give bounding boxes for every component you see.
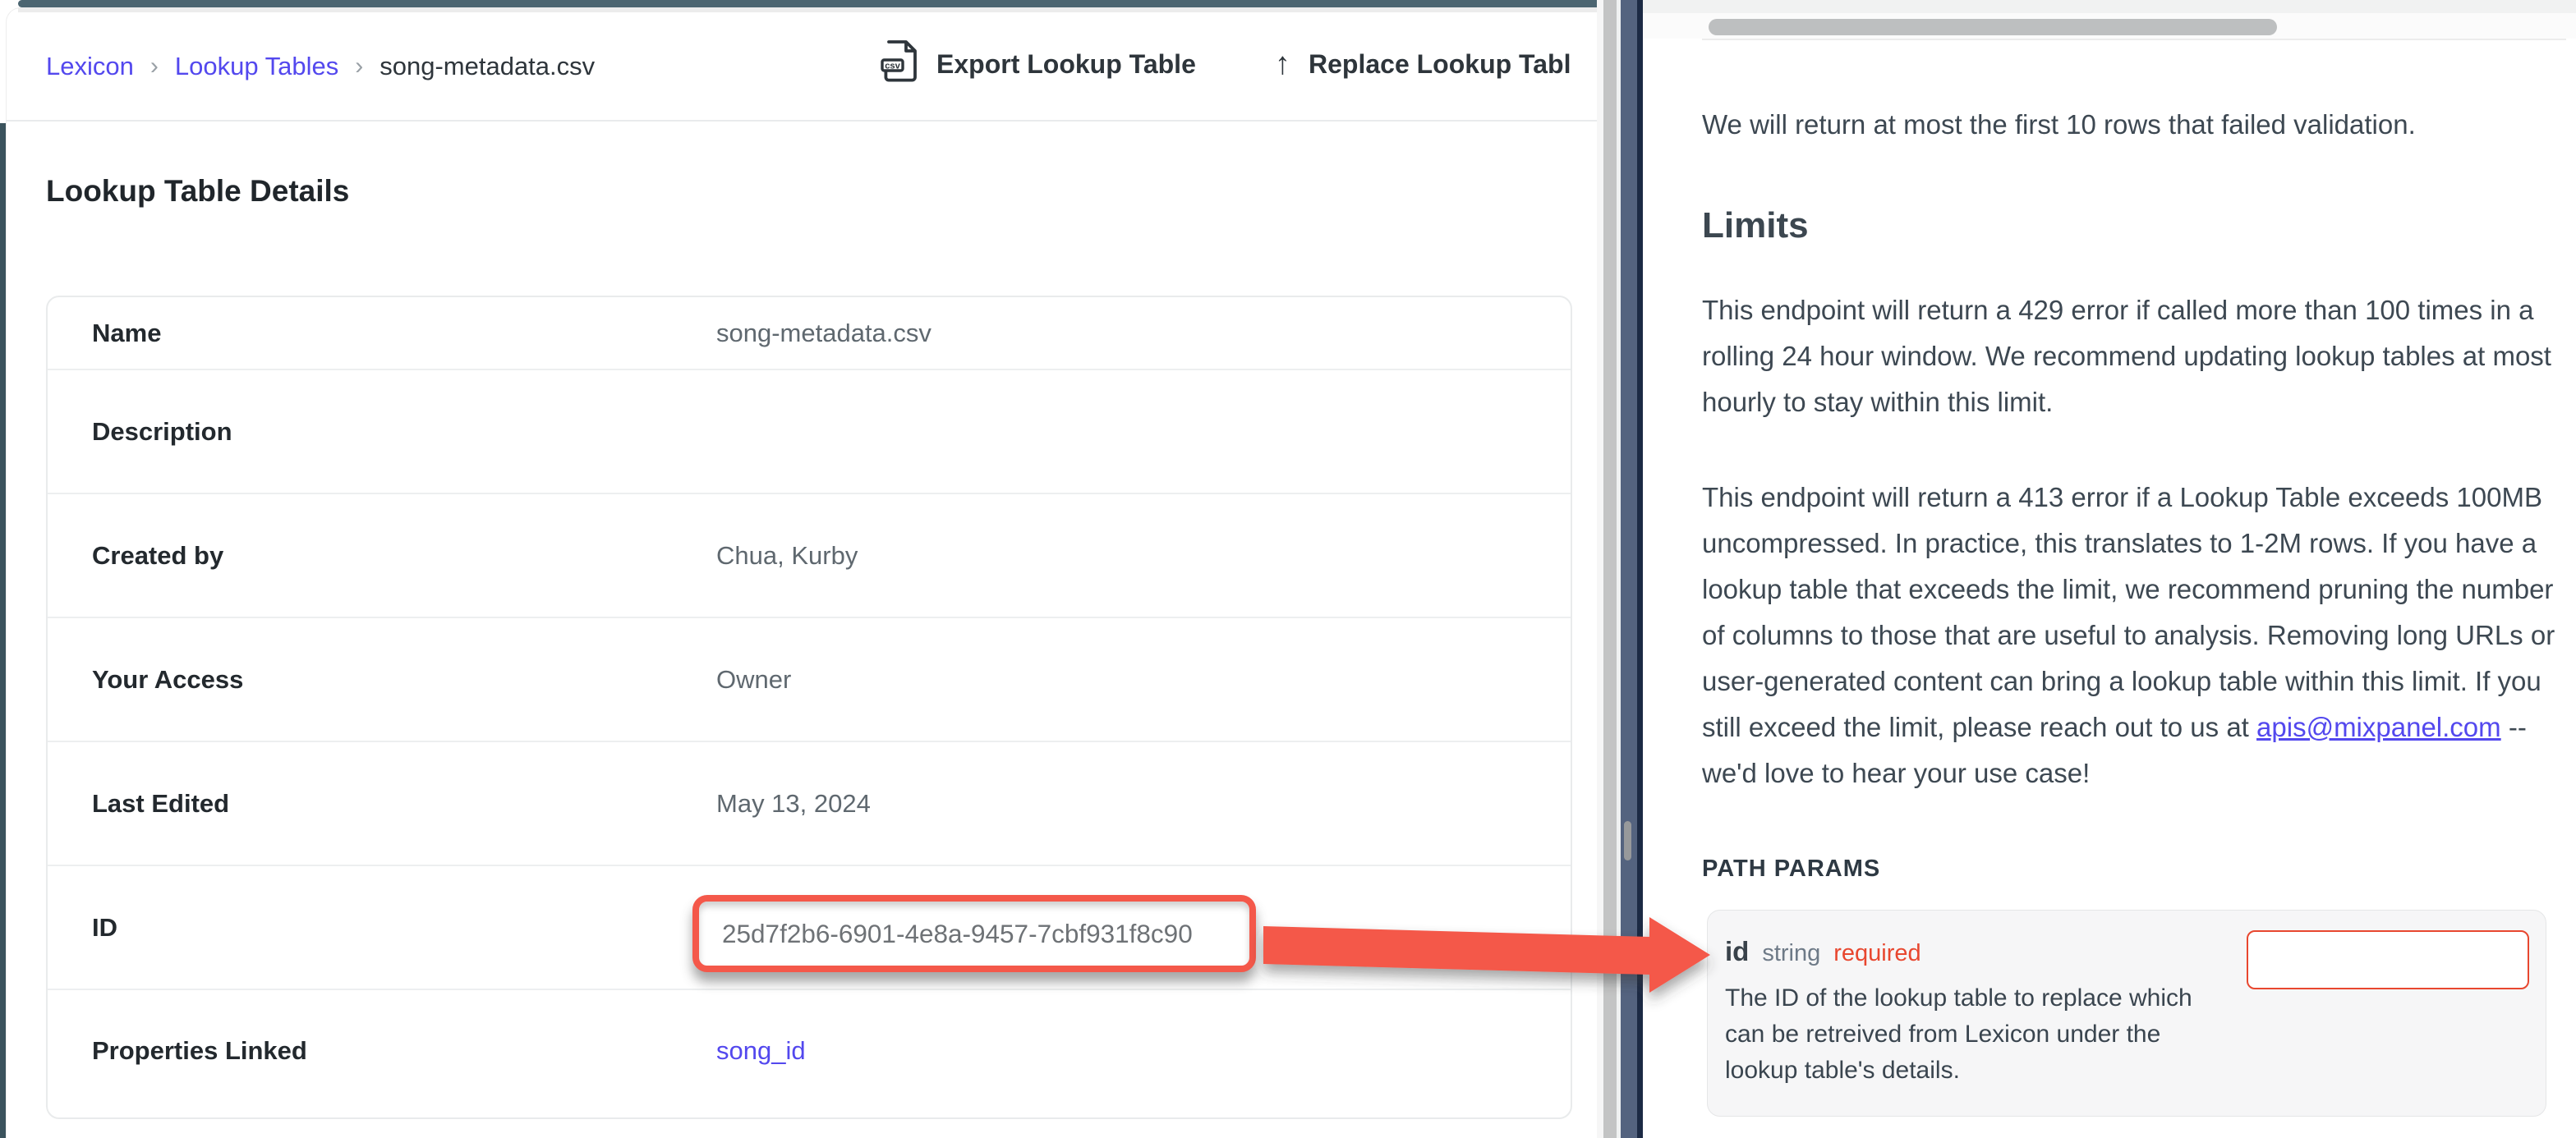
- param-name: id: [1725, 936, 1749, 967]
- vertical-scrollbar-thumb[interactable]: [1624, 821, 1631, 860]
- export-button-label: Export Lookup Table: [936, 49, 1196, 80]
- export-lookup-table-button[interactable]: csv Export Lookup Table: [881, 39, 1196, 89]
- detail-value: Owner: [716, 665, 791, 695]
- breadcrumb-link-lookup-tables[interactable]: Lookup Tables: [175, 52, 338, 81]
- param-required-badge: required: [1833, 940, 1920, 967]
- right-window-edge-strip: [1621, 0, 1637, 1138]
- detail-value: May 13, 2024: [716, 789, 871, 819]
- up-arrow-icon: ↑: [1275, 48, 1290, 80]
- param-description: The ID of the lookup table to replace wh…: [1725, 980, 2218, 1089]
- detail-row-properties-linked: Properties Linked song_id: [48, 989, 1571, 1111]
- detail-row-your-access: Your Access Owner: [48, 617, 1571, 741]
- detail-label: Created by: [48, 541, 716, 571]
- id-value-annotation-box: 25d7f2b6-6901-4e8a-9457-7cbf931f8c90: [692, 895, 1256, 972]
- csv-file-icon: csv: [881, 39, 918, 89]
- docs-intro-text: We will return at most the first 10 rows…: [1702, 102, 2560, 148]
- docs-top-divider: [1702, 39, 2566, 40]
- detail-label: Name: [48, 319, 716, 348]
- sidebar-edge-strip: [0, 123, 6, 1138]
- linked-property-song-id[interactable]: song_id: [716, 1036, 806, 1065]
- limits-heading: Limits: [1702, 205, 1809, 246]
- docs-paragraph-429: This endpoint will return a 429 error if…: [1702, 287, 2560, 425]
- paragraph-413-text: This endpoint will return a 413 error if…: [1702, 482, 2555, 742]
- svg-text:csv: csv: [885, 62, 900, 71]
- left-window-scrollbar-track[interactable]: [1603, 0, 1617, 1138]
- detail-label: Last Edited: [48, 789, 716, 819]
- breadcrumb-current-page: song-metadata.csv: [380, 52, 595, 81]
- page-title: Lookup Table Details: [46, 174, 349, 209]
- breadcrumb-link-lexicon[interactable]: Lexicon: [46, 52, 134, 81]
- detail-row-last-edited: Last Edited May 13, 2024: [48, 741, 1571, 865]
- replace-button-label: Replace Lookup Tabl: [1309, 49, 1571, 80]
- header-divider: [6, 120, 1597, 122]
- id-param-input[interactable]: [2247, 930, 2529, 989]
- param-type: string: [1762, 940, 1820, 967]
- breadcrumb: Lexicon › Lookup Tables › song-metadata.…: [46, 48, 595, 85]
- screen: Lexicon › Lookup Tables › song-metadata.…: [0, 0, 2576, 1138]
- app-top-bar: [18, 0, 1597, 7]
- docs-top-band: [1643, 0, 2576, 13]
- lookup-table-id-value: 25d7f2b6-6901-4e8a-9457-7cbf931f8c90: [722, 919, 1193, 949]
- path-params-section-label: PATH PARAMS: [1702, 856, 1880, 883]
- chevron-right-icon: ›: [150, 53, 159, 80]
- detail-value: song-metadata.csv: [716, 319, 932, 348]
- app-top-bar-edge: [18, 7, 1597, 12]
- horizontal-scrollbar-thumb[interactable]: [1709, 19, 2277, 35]
- detail-label: Properties Linked: [48, 1036, 716, 1066]
- detail-row-created-by: Created by Chua, Kurby: [48, 493, 1571, 617]
- replace-lookup-table-button[interactable]: ↑ Replace Lookup Tabl: [1275, 39, 1571, 89]
- detail-label: Your Access: [48, 665, 716, 695]
- right-window-border: [1637, 0, 1643, 1138]
- detail-value: Chua, Kurby: [716, 541, 858, 571]
- window-gap: [1597, 0, 1603, 1138]
- detail-row-name: Name song-metadata.csv: [48, 297, 1571, 369]
- id-param-header: id string required: [1725, 936, 1921, 967]
- docs-paragraph-413: This endpoint will return a 413 error if…: [1702, 475, 2560, 796]
- detail-row-description: Description: [48, 369, 1571, 493]
- lookup-table-details-card: Name song-metadata.csv Description Creat…: [46, 296, 1572, 1119]
- detail-label: Description: [48, 417, 716, 447]
- chevron-right-icon: ›: [355, 53, 363, 80]
- detail-label: ID: [48, 913, 716, 943]
- apis-mixpanel-email-link[interactable]: apis@mixpanel.com: [2256, 712, 2501, 742]
